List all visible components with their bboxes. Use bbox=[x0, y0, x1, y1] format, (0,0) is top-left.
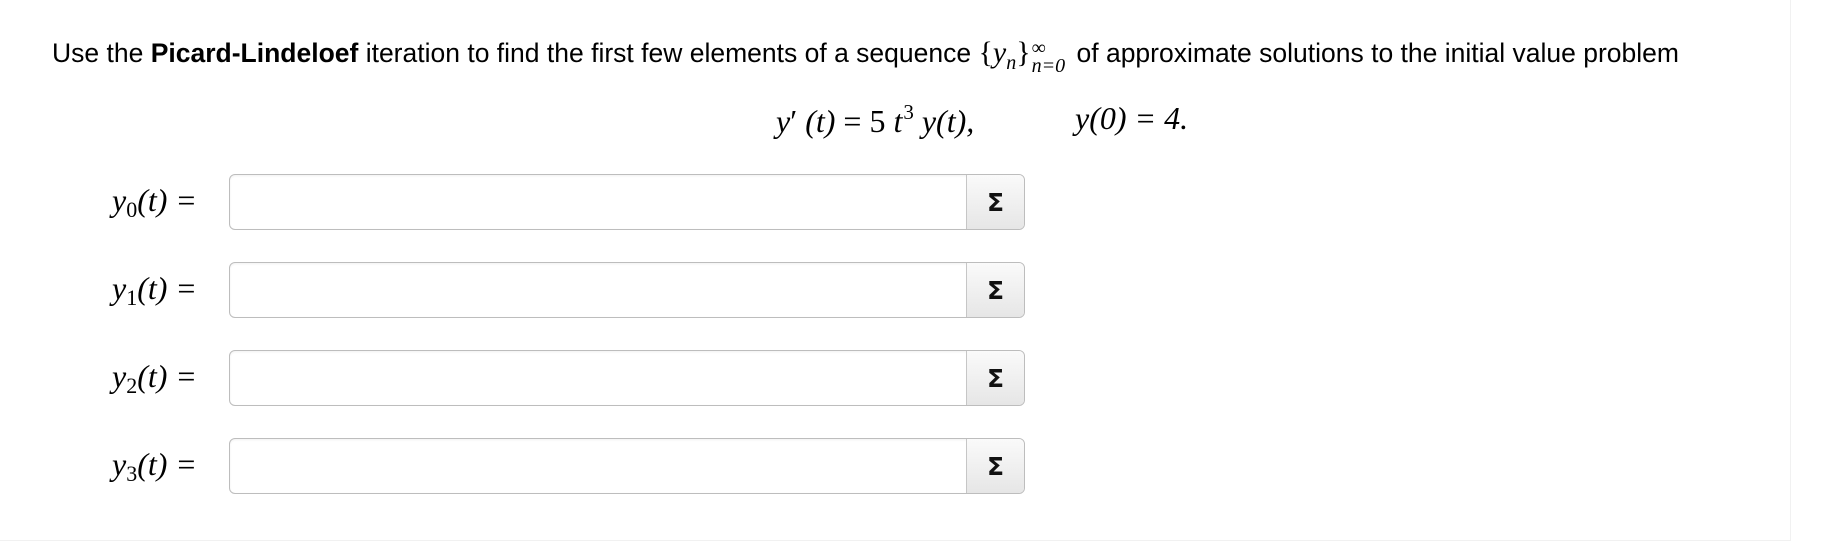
sigma-icon: Σ bbox=[986, 275, 1005, 305]
answer-row-y1: y1(t) = Σ bbox=[0, 262, 1100, 320]
sequence-lower-limit: n=0 bbox=[1031, 55, 1066, 77]
answer-field-y0: Σ bbox=[229, 174, 1025, 230]
sigma-icon: Σ bbox=[986, 187, 1005, 217]
question-prompt: Use the Picard-Lindeloef iteration to fi… bbox=[52, 36, 1679, 77]
question-panel: Use the Picard-Lindeloef iteration to fi… bbox=[0, 0, 1791, 541]
answer-label-y2: y2(t) = bbox=[112, 358, 196, 398]
answer-label-y0: y0(t) = bbox=[112, 182, 196, 222]
answer-input-y0[interactable] bbox=[230, 175, 967, 229]
answer-row-y2: y2(t) = Σ bbox=[0, 350, 1100, 408]
answer-label-y1: y1(t) = bbox=[112, 270, 196, 310]
answer-field-y1: Σ bbox=[229, 262, 1025, 318]
sequence-notation: {yn} ∞ n=0 bbox=[978, 36, 1066, 77]
answer-field-y2: Σ bbox=[229, 350, 1025, 406]
answer-field-y3: Σ bbox=[229, 438, 1025, 494]
answer-row-y0: y0(t) = Σ bbox=[0, 174, 1100, 232]
sigma-icon: Σ bbox=[986, 363, 1005, 393]
initial-condition: y(0) = 4. bbox=[1075, 100, 1189, 136]
math-editor-button[interactable]: Σ bbox=[966, 263, 1024, 317]
answer-label-y3: y3(t) = bbox=[112, 446, 196, 486]
answer-input-y1[interactable] bbox=[230, 263, 967, 317]
math-editor-button[interactable]: Σ bbox=[966, 175, 1024, 229]
prompt-text-end: of approximate solutions to the initial … bbox=[1069, 38, 1679, 68]
method-name: Picard-Lindeloef bbox=[150, 38, 359, 68]
math-editor-button[interactable]: Σ bbox=[966, 351, 1024, 405]
answer-row-y3: y3(t) = Σ bbox=[0, 438, 1100, 496]
prompt-text-middle: iteration to find the first few elements… bbox=[358, 38, 979, 68]
prompt-text-start: Use the bbox=[52, 38, 151, 68]
sigma-icon: Σ bbox=[986, 451, 1005, 481]
math-editor-button[interactable]: Σ bbox=[966, 439, 1024, 493]
answer-input-y2[interactable] bbox=[230, 351, 967, 405]
answer-input-y3[interactable] bbox=[230, 439, 967, 493]
differential-equation: y′ (t) = 5 t3 y(t), bbox=[776, 100, 975, 139]
